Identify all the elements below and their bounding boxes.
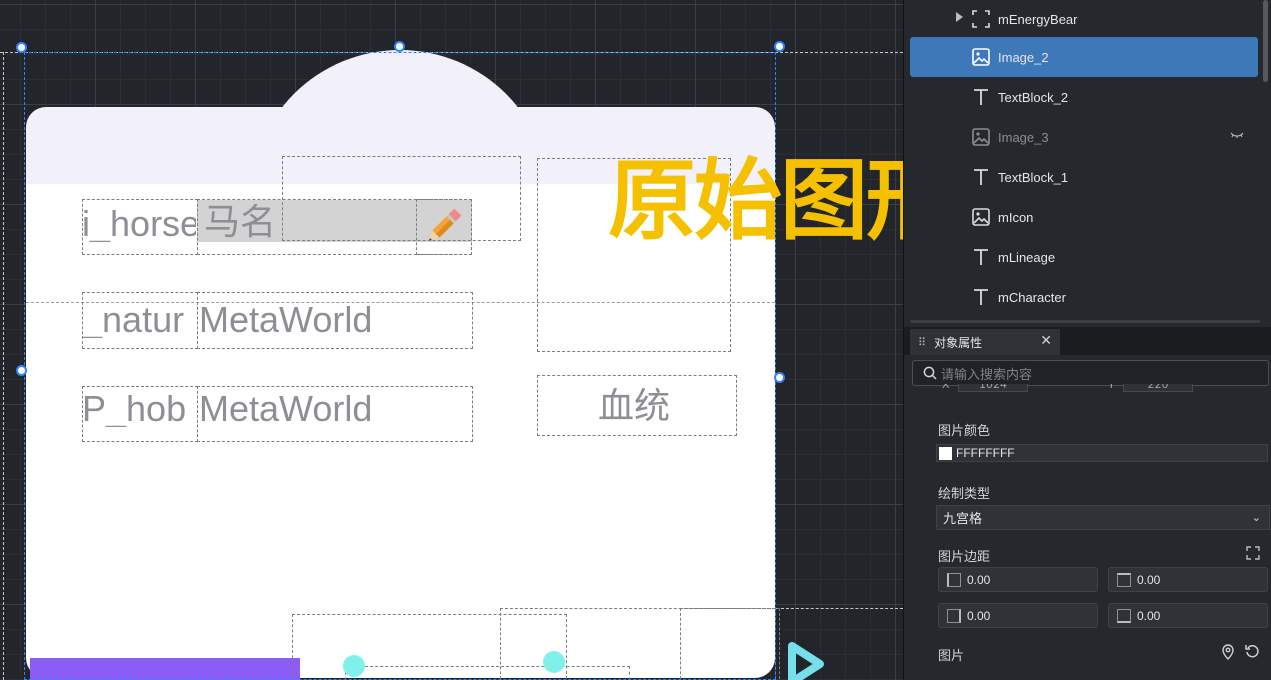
tree-item-menergybear[interactable]: mEnergyBear xyxy=(910,0,1258,38)
margin-right-icon xyxy=(947,608,961,623)
tree-item-label: Image_3 xyxy=(998,129,1049,145)
tree-item-label: mEnergyBear xyxy=(998,11,1078,27)
tree-item-mlineage[interactable]: mLineage xyxy=(910,238,1258,276)
tab-strip: ⠿ 对象属性 ✕ xyxy=(904,327,1271,355)
image-actions xyxy=(1221,644,1260,660)
image-margin-label: 图片边距 xyxy=(938,550,991,565)
position-row: X 1024 Y 220 xyxy=(936,384,1256,398)
resize-handle-right[interactable] xyxy=(774,372,785,383)
image-label: 图片 xyxy=(938,649,965,664)
pos-y-label: Y xyxy=(1108,384,1115,391)
resize-handle-top-left[interactable] xyxy=(16,42,27,53)
color-value: FFFFFFFF xyxy=(956,446,1015,460)
tree-item-micon[interactable]: mIcon xyxy=(910,198,1258,236)
text-icon xyxy=(970,86,992,108)
tree-item-label: mLineage xyxy=(998,249,1056,265)
resize-handle-top[interactable] xyxy=(394,41,405,52)
properties-panel: ⠿ 对象属性 ✕ 请输入搜索内容 X 1024 Y 220 图片颜色 FFFFF… xyxy=(904,327,1271,680)
tree-item-label: mCharacter xyxy=(998,289,1066,305)
margin-left-icon xyxy=(947,572,961,587)
tree-hscrollbar[interactable] xyxy=(910,320,1260,323)
locate-icon[interactable] xyxy=(1221,644,1235,660)
hierarchy-tree: mEnergyBear Image_2 TextBlock_2 Image_3 xyxy=(904,0,1271,323)
search-icon xyxy=(923,366,937,380)
image-icon xyxy=(970,206,992,228)
margin-left-field[interactable]: 0.00 xyxy=(938,567,1098,592)
margin-top-value: 0.00 xyxy=(1137,572,1161,587)
pos-x-label: X xyxy=(942,384,950,391)
margin-top-icon xyxy=(1117,572,1131,587)
draw-type-label: 绘制类型 xyxy=(938,487,991,502)
resize-handle-left[interactable] xyxy=(16,365,27,376)
image-color-field[interactable]: FFFFFFFF xyxy=(936,444,1268,462)
image-icon xyxy=(970,126,992,148)
draw-type-select[interactable]: 九宫格 ⌄ xyxy=(936,505,1270,530)
draw-type-value: 九宫格 xyxy=(943,512,983,527)
tree-item-textblock-1[interactable]: TextBlock_1 xyxy=(910,158,1258,196)
margin-right-value: 0.00 xyxy=(967,608,991,623)
glow-arrow-icon xyxy=(788,642,824,680)
tree-item-textblock-2[interactable]: TextBlock_2 xyxy=(910,78,1258,116)
tree-item-label: Image_2 xyxy=(998,49,1049,65)
right-panel: mEnergyBear Image_2 TextBlock_2 Image_3 xyxy=(903,0,1271,680)
margin-right-field[interactable]: 0.00 xyxy=(938,603,1098,628)
chevron-down-icon: ⌄ xyxy=(1251,511,1261,524)
hidden-eye-icon[interactable] xyxy=(1230,130,1244,140)
text-icon xyxy=(970,166,992,188)
tree-item-image-2[interactable]: Image_2 xyxy=(910,37,1258,77)
drag-grip-icon[interactable]: ⠿ xyxy=(918,337,926,348)
text-icon xyxy=(970,286,992,308)
panel-icon xyxy=(970,8,992,30)
text-icon xyxy=(970,246,992,268)
expand-icon[interactable] xyxy=(1246,546,1260,560)
margin-bottom-value: 0.00 xyxy=(1137,608,1161,623)
tab-title: 对象属性 xyxy=(934,335,983,350)
tree-item-image-3[interactable]: Image_3 xyxy=(910,118,1258,156)
tree-item-label: mIcon xyxy=(998,209,1034,225)
reset-icon[interactable] xyxy=(1245,644,1260,659)
search-placeholder: 请输入搜索内容 xyxy=(941,367,1033,383)
pos-y-field[interactable]: 220 xyxy=(1123,384,1193,392)
design-canvas[interactable]: i_horse 马名 _natur MetaWorld P_hob MetaWo… xyxy=(0,0,903,680)
color-swatch[interactable] xyxy=(939,446,952,460)
pos-x-field[interactable]: 1024 xyxy=(958,384,1028,392)
editor-window: i_horse 马名 _natur MetaWorld P_hob MetaWo… xyxy=(0,0,1271,680)
tree-item-mcharacter[interactable]: mCharacter xyxy=(910,278,1258,316)
guide-line-right xyxy=(776,608,903,609)
tree-item-label: TextBlock_2 xyxy=(998,89,1069,105)
tab-object-properties[interactable]: ⠿ 对象属性 ✕ xyxy=(910,329,1060,355)
image-icon xyxy=(970,46,992,68)
search-input[interactable]: 请输入搜索内容 xyxy=(912,360,1269,386)
expand-arrow-icon[interactable] xyxy=(956,12,963,22)
tree-item-label: TextBlock_1 xyxy=(998,169,1069,185)
image-color-label: 图片颜色 xyxy=(938,424,991,439)
margin-bottom-icon xyxy=(1117,608,1131,623)
margin-left-value: 0.00 xyxy=(967,572,991,587)
close-icon[interactable]: ✕ xyxy=(1040,333,1052,349)
margin-top-field[interactable]: 0.00 xyxy=(1108,567,1268,592)
margin-bottom-field[interactable]: 0.00 xyxy=(1108,603,1268,628)
tree-scrollbar[interactable] xyxy=(1263,0,1268,82)
resize-handle-top-right[interactable] xyxy=(774,41,785,52)
guide-line-left xyxy=(3,52,4,680)
overlay-label: 原始图形 xyxy=(608,149,903,252)
